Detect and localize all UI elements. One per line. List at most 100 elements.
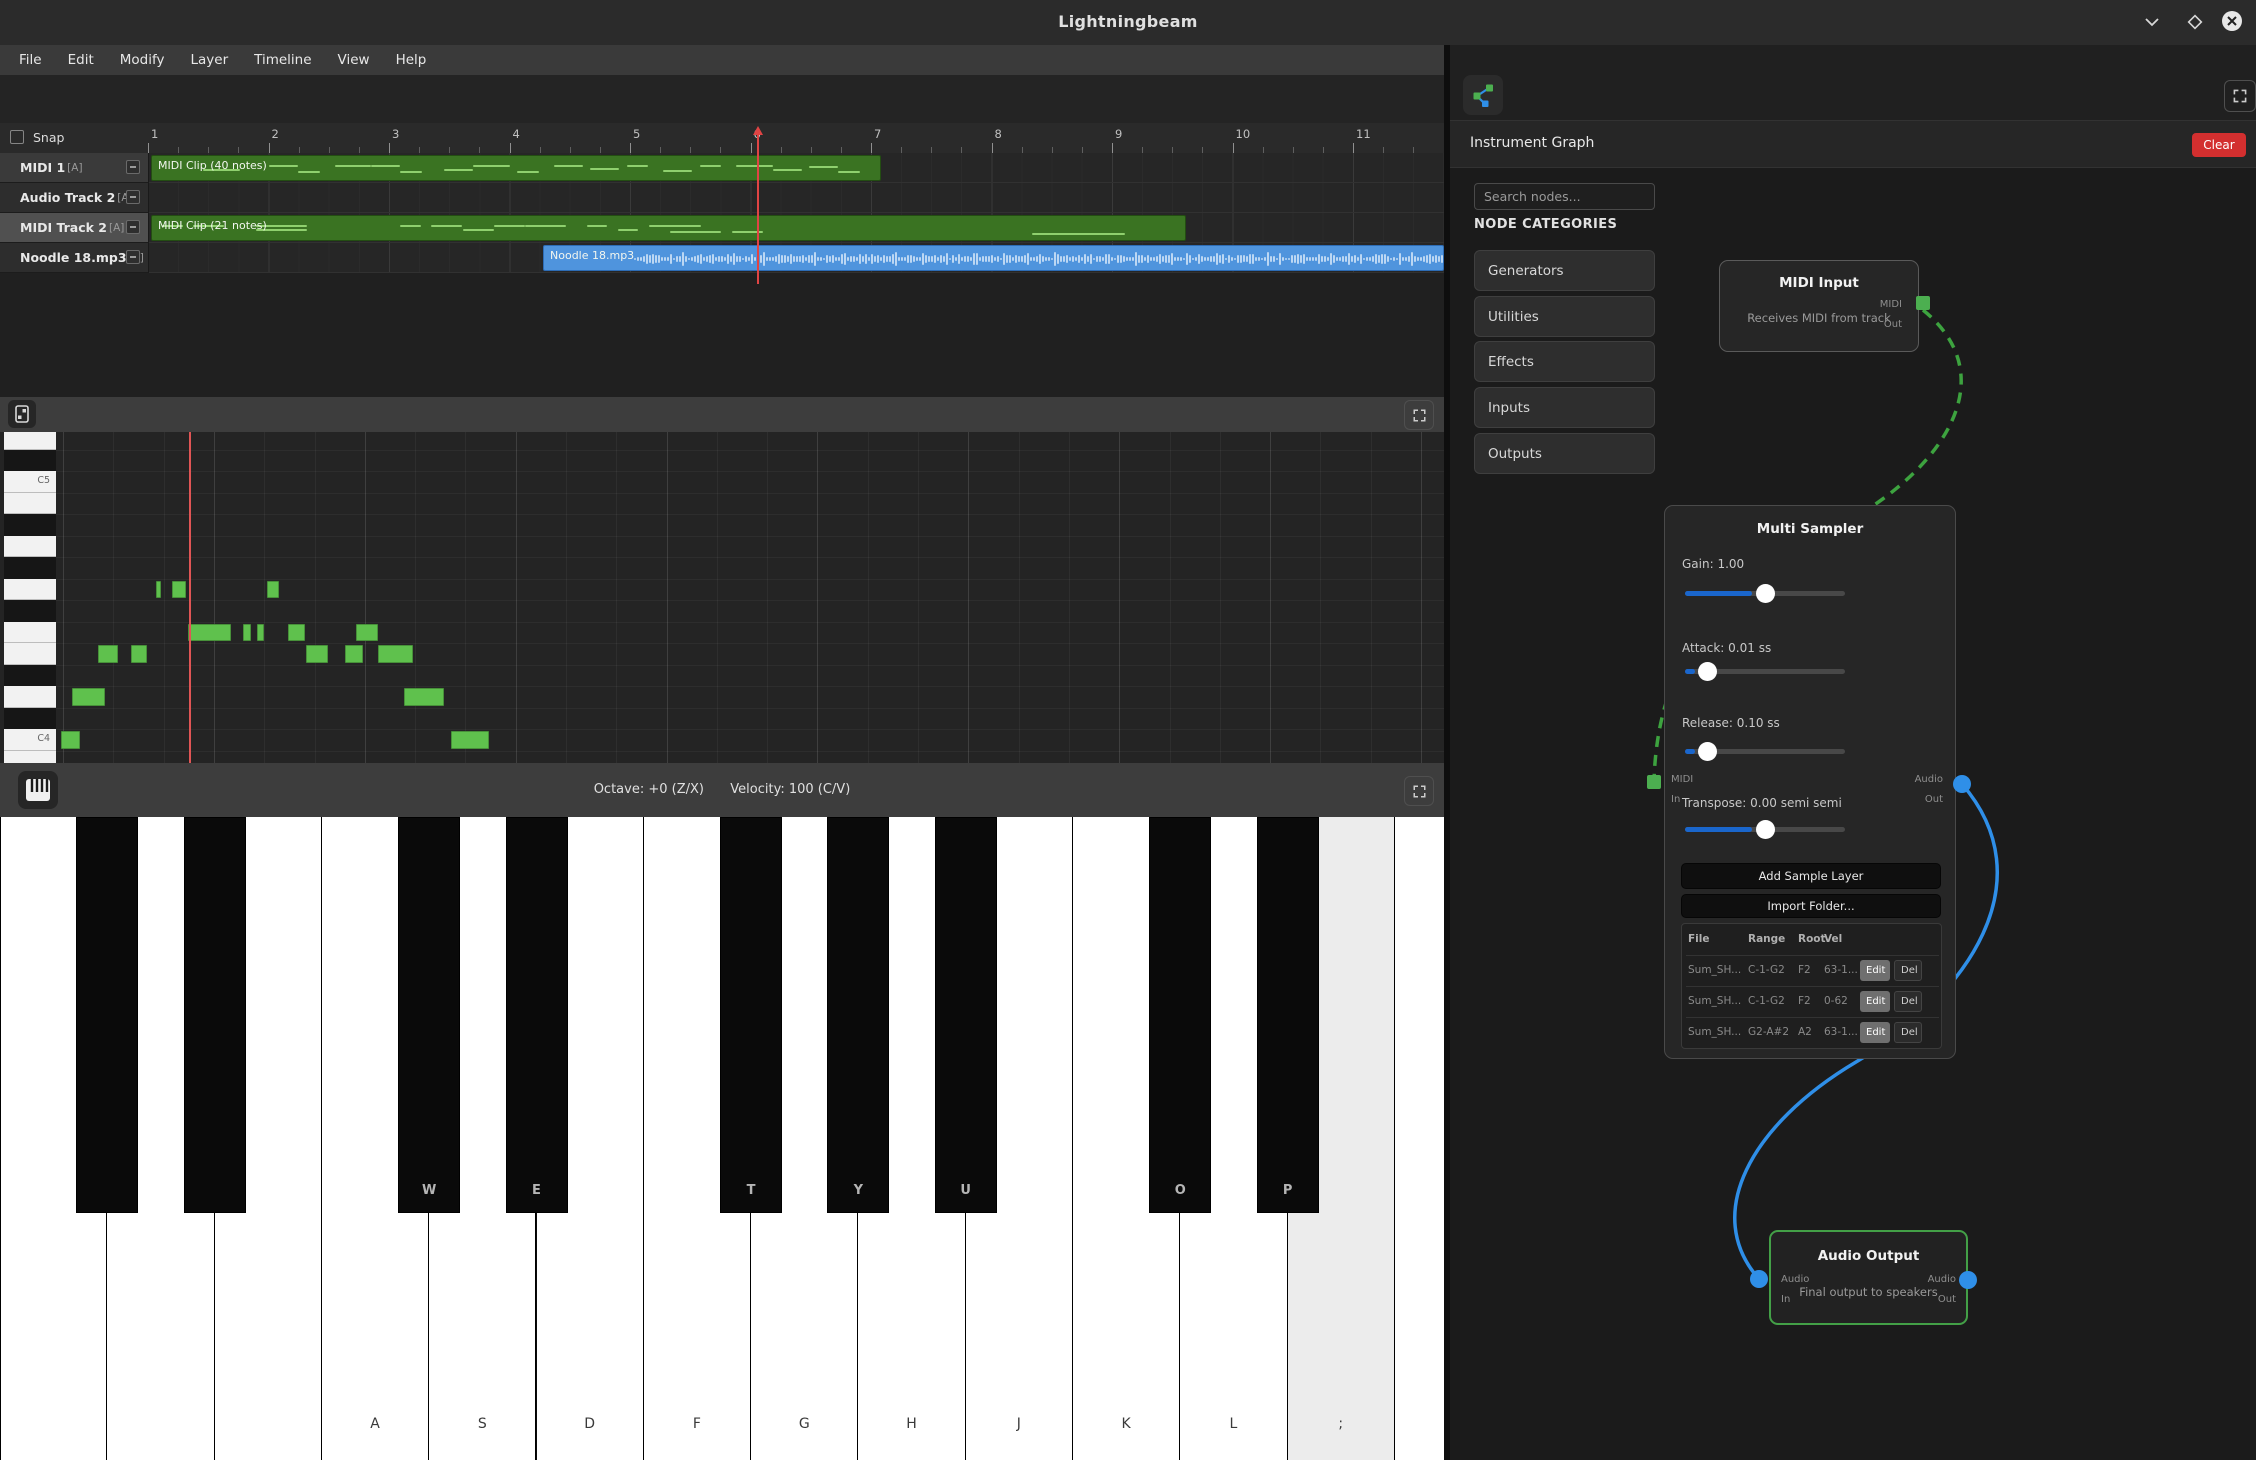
black-key-O[interactable]: O: [1149, 817, 1211, 1213]
audio-output-in-port[interactable]: [1750, 1270, 1768, 1288]
black-key[interactable]: [76, 817, 138, 1213]
maximize-icon[interactable]: [2184, 11, 2206, 33]
mini-white-key[interactable]: [4, 432, 56, 450]
mini-white-key[interactable]: C5: [4, 471, 56, 493]
delete-sample-button[interactable]: Del: [1894, 960, 1922, 981]
track-checkbox[interactable]: [126, 250, 140, 264]
track-lane[interactable]: Noodle 18.mp3: [0, 243, 1444, 273]
track-header[interactable]: MIDI 1[A]: [0, 153, 149, 183]
menu-item-edit[interactable]: Edit: [55, 45, 107, 75]
import-folder-button[interactable]: Import Folder...: [1681, 894, 1941, 918]
mini-white-key[interactable]: [4, 686, 56, 708]
midi-note[interactable]: [98, 645, 118, 663]
midi-note[interactable]: [356, 624, 378, 642]
keyboard-fullscreen-button[interactable]: [1404, 776, 1434, 806]
midi-input-out-port[interactable]: [1916, 296, 1930, 310]
black-key-W[interactable]: W: [398, 817, 460, 1213]
transpose-slider-thumb[interactable]: [1756, 820, 1775, 839]
black-key-Y[interactable]: Y: [827, 817, 889, 1213]
track-header[interactable]: Audio Track 2[A]: [0, 183, 149, 213]
mini-white-key[interactable]: [4, 622, 56, 644]
track-lane[interactable]: MIDI Clip (21 notes): [0, 213, 1444, 243]
menu-item-file[interactable]: File: [6, 45, 55, 75]
midi-note[interactable]: [267, 581, 279, 599]
menu-item-view[interactable]: View: [325, 45, 383, 75]
delete-sample-button[interactable]: Del: [1894, 991, 1922, 1012]
release-slider[interactable]: [1685, 749, 1845, 754]
midi-note[interactable]: [156, 581, 161, 599]
track-checkbox[interactable]: [126, 160, 140, 174]
white-key[interactable]: [1395, 817, 1444, 1460]
track-header-selected[interactable]: MIDI Track 2[A]: [0, 213, 149, 243]
close-icon[interactable]: [2220, 9, 2242, 31]
audio-output-out-port[interactable]: [1959, 1271, 1977, 1289]
midi-note[interactable]: [243, 624, 251, 642]
piano-roll-grid[interactable]: C5 C4: [0, 432, 1444, 763]
edit-sample-button[interactable]: Edit: [1860, 1022, 1890, 1043]
midi-note[interactable]: [257, 624, 264, 642]
midi-note[interactable]: [345, 645, 363, 663]
black-key-P[interactable]: P: [1257, 817, 1319, 1213]
black-key[interactable]: [184, 817, 246, 1213]
midi-note[interactable]: [288, 624, 305, 642]
mini-white-key[interactable]: [4, 493, 56, 515]
gain-slider[interactable]: [1685, 591, 1845, 596]
track-checkbox[interactable]: [126, 190, 140, 204]
timeline-lanes[interactable]: MIDI Clip (40 notes) MIDI Clip (21 notes)…: [0, 153, 1444, 273]
mini-black-key[interactable]: [4, 708, 56, 730]
mini-black-key[interactable]: [4, 600, 56, 622]
playhead-marker[interactable]: [753, 126, 763, 135]
midi-note[interactable]: [72, 688, 105, 706]
snap-checkbox[interactable]: [10, 130, 24, 144]
attack-slider-thumb[interactable]: [1698, 662, 1717, 681]
piano-roll-playhead[interactable]: [189, 432, 191, 763]
menu-item-modify[interactable]: Modify: [107, 45, 178, 75]
timeline-ruler[interactable]: Snap 1234567891011: [0, 123, 1444, 154]
menu-item-timeline[interactable]: Timeline: [241, 45, 324, 75]
multi-sampler-node[interactable]: Multi Sampler Gain: 1.00Attack: 0.01 ssR…: [1664, 505, 1956, 1059]
midi-note[interactable]: [172, 581, 186, 599]
gain-slider-thumb[interactable]: [1756, 584, 1775, 603]
mini-white-key[interactable]: [4, 643, 56, 665]
midi-input-node[interactable]: MIDI Input Receives MIDI from track MIDI…: [1719, 260, 1919, 352]
mini-black-key[interactable]: [4, 557, 56, 579]
add-sample-layer-button[interactable]: Add Sample Layer: [1681, 863, 1941, 889]
piano-roll-layout-button[interactable]: [8, 400, 36, 428]
release-slider-thumb[interactable]: [1698, 742, 1717, 761]
mini-white-key[interactable]: [4, 751, 56, 764]
menu-item-help[interactable]: Help: [383, 45, 440, 75]
midi-note[interactable]: [404, 688, 444, 706]
minimize-icon[interactable]: [2141, 11, 2163, 33]
midi-note[interactable]: [131, 645, 147, 663]
attack-slider[interactable]: [1685, 669, 1845, 674]
transpose-slider[interactable]: [1685, 827, 1845, 832]
audio-output-node[interactable]: Audio Output Final output to speakers Au…: [1769, 1230, 1968, 1325]
track-lane[interactable]: MIDI Clip (40 notes): [0, 153, 1444, 183]
midi-clip[interactable]: MIDI Clip (40 notes): [151, 155, 881, 181]
midi-clip[interactable]: MIDI Clip (21 notes): [151, 215, 1186, 241]
audio-clip[interactable]: Noodle 18.mp3: [543, 245, 1444, 271]
mini-black-key[interactable]: [4, 665, 56, 687]
track-lane[interactable]: [0, 183, 1444, 213]
mini-white-key[interactable]: C4: [4, 729, 56, 751]
edit-sample-button[interactable]: Edit: [1860, 991, 1890, 1012]
midi-note[interactable]: [306, 645, 328, 663]
edit-sample-button[interactable]: Edit: [1860, 960, 1890, 981]
black-key-U[interactable]: U: [935, 817, 997, 1213]
mini-black-key[interactable]: [4, 450, 56, 472]
piano-roll-fullscreen-button[interactable]: [1404, 400, 1434, 430]
mini-black-key[interactable]: [4, 514, 56, 536]
mini-white-key[interactable]: [4, 579, 56, 601]
sampler-audio-out-port[interactable]: [1953, 775, 1971, 793]
track-checkbox[interactable]: [126, 220, 140, 234]
menu-item-layer[interactable]: Layer: [177, 45, 241, 75]
midi-note[interactable]: [378, 645, 413, 663]
midi-note[interactable]: [61, 731, 80, 749]
sampler-midi-in-port[interactable]: [1647, 775, 1661, 789]
midi-note[interactable]: [451, 731, 489, 749]
track-header[interactable]: Noodle 18.mp3[A]: [0, 243, 149, 273]
black-key-E[interactable]: E: [506, 817, 568, 1213]
black-key-T[interactable]: T: [720, 817, 782, 1213]
mini-white-key[interactable]: [4, 536, 56, 558]
delete-sample-button[interactable]: Del: [1894, 1022, 1922, 1043]
